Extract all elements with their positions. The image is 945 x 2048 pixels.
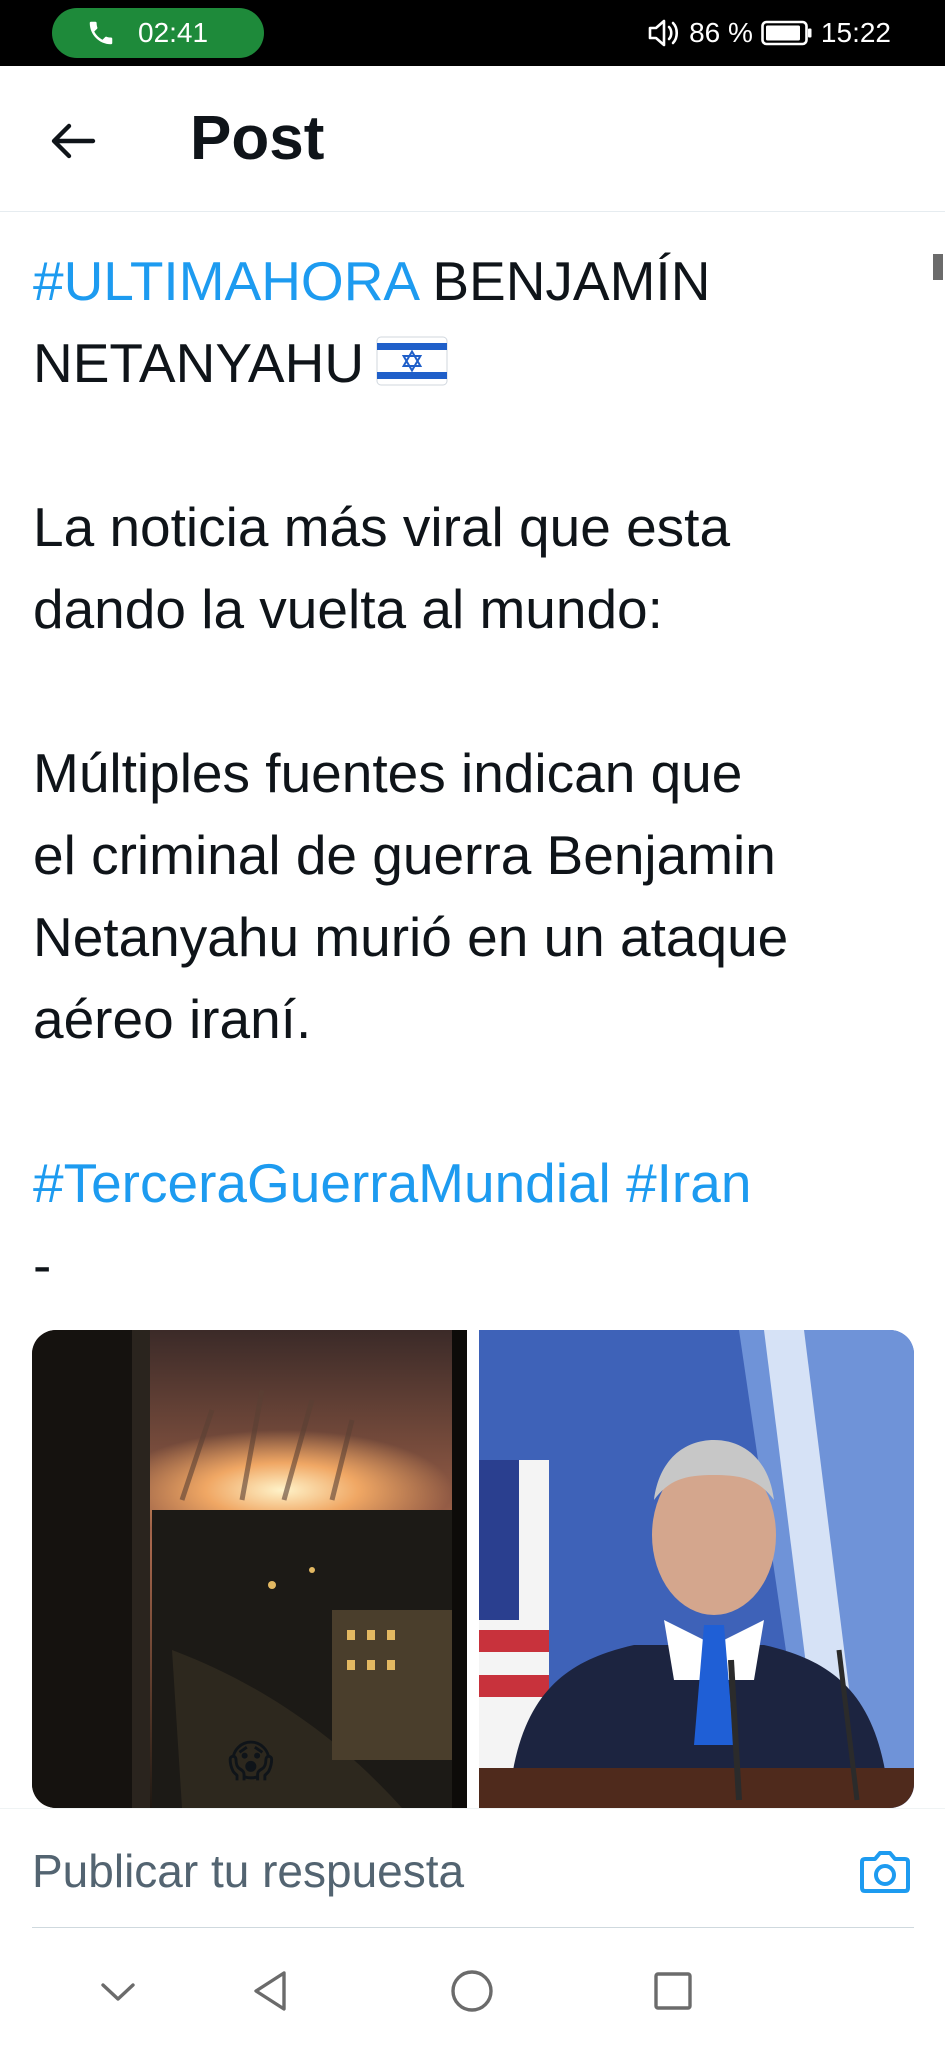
hide-keyboard-button[interactable] xyxy=(93,1966,143,2016)
post-media: 😱 xyxy=(32,1330,914,1808)
post-text: #ULTIMAHORA BENJAMÍN NETANYAHU La notici… xyxy=(33,240,913,1306)
para2-line4: aéreo iraní. xyxy=(33,988,312,1050)
trailing-dash: - xyxy=(33,1234,52,1296)
back-triangle-icon xyxy=(254,1971,286,2011)
hashtag-link[interactable]: #ULTIMAHORA xyxy=(33,250,417,312)
nav-back-button[interactable] xyxy=(245,1966,295,2016)
netanyahu-speaking-photo xyxy=(479,1330,914,1808)
chevron-down-icon xyxy=(101,1983,135,2001)
phone-icon xyxy=(89,21,113,45)
para2-line1: Múltiples fuentes indican que xyxy=(33,742,743,804)
para1-line2: dando la vuelta al mundo: xyxy=(33,578,663,640)
nav-home-button[interactable] xyxy=(447,1966,497,2016)
hashtag-iran[interactable]: #Iran xyxy=(626,1152,751,1214)
arrow-left-icon xyxy=(51,123,96,159)
back-button[interactable] xyxy=(40,108,106,174)
israel-flag-icon xyxy=(376,336,448,386)
nav-recents-button[interactable] xyxy=(648,1966,698,2016)
system-navigation-bar xyxy=(0,1928,945,2048)
shocked-emoji: 😱 xyxy=(228,1737,274,1786)
volume-icon xyxy=(648,19,679,47)
para2-line2: el criminal de guerra Benjamin xyxy=(33,824,776,886)
clock: 15:22 xyxy=(820,17,891,48)
ongoing-call-pill[interactable]: 02:41 xyxy=(52,8,264,58)
scroll-indicator xyxy=(933,254,943,280)
status-right: 86 % 15:22 xyxy=(647,12,891,54)
recents-square-icon xyxy=(654,1972,692,2010)
para2-line3: Netanyahu murió en un ataque xyxy=(33,906,789,968)
call-duration: 02:41 xyxy=(138,17,209,48)
status-bar: 02:41 86 % 15:22 xyxy=(0,0,945,66)
page-title: Post xyxy=(190,104,325,173)
post-header: Post xyxy=(0,66,945,212)
para1-line1: La noticia más viral que esta xyxy=(33,496,731,558)
reply-input[interactable]: Publicar tu respuesta xyxy=(32,1831,852,1911)
media-photo-netanyahu[interactable] xyxy=(479,1330,914,1808)
camera-icon xyxy=(860,1851,910,1893)
battery-icon xyxy=(761,20,812,46)
hashtag-tercera-guerra[interactable]: #TerceraGuerraMundial xyxy=(33,1152,611,1214)
headline-name: NETANYAHU xyxy=(33,332,365,394)
headline-text: BENJAMÍN xyxy=(432,250,711,312)
battery-percent: 86 % xyxy=(689,17,753,48)
reply-bar: Publicar tu respuesta xyxy=(0,1808,945,1930)
home-circle-icon xyxy=(451,1970,493,2012)
hashtags-line: #TerceraGuerraMundial #Iran xyxy=(33,1142,913,1224)
headline-line-2: NETANYAHU xyxy=(33,322,913,404)
camera-button[interactable] xyxy=(859,1847,911,1895)
media-photo-explosion[interactable]: 😱 xyxy=(32,1330,467,1808)
headline-line-1: #ULTIMAHORA BENJAMÍN xyxy=(33,240,913,322)
